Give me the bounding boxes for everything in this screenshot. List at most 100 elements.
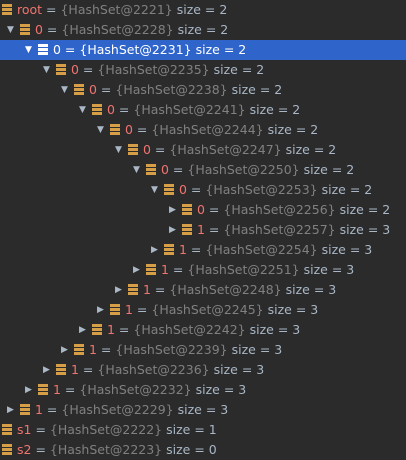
equals-sign: = bbox=[96, 342, 116, 357]
equals-sign: = bbox=[168, 162, 188, 177]
node-label: 0 = {HashSet@2247} size = 2 bbox=[143, 142, 336, 158]
field-name: s1 bbox=[17, 422, 32, 437]
equals-sign: = bbox=[96, 82, 116, 97]
node-label: 1 = {HashSet@2229} size = 3 bbox=[35, 402, 228, 418]
node-label: 0 = {HashSet@2244} size = 2 bbox=[125, 122, 318, 138]
field-icon bbox=[2, 424, 12, 435]
triangle-right-icon[interactable] bbox=[150, 245, 159, 255]
tree-row[interactable]: 0 = {HashSet@2238} size = 2 bbox=[0, 80, 406, 100]
equals-sign: = bbox=[150, 142, 170, 157]
field-name: 0 bbox=[143, 142, 151, 157]
tree-row[interactable]: 0 = {HashSet@2235} size = 2 bbox=[0, 60, 406, 80]
object-id: {HashSet@2250} bbox=[187, 162, 300, 177]
tree-row[interactable]: 0 = {HashSet@2231} size = 2 bbox=[0, 40, 406, 60]
tree-row[interactable]: 1 = {HashSet@2257} size = 3 bbox=[0, 220, 406, 240]
object-id: {HashSet@2253} bbox=[205, 182, 318, 197]
tree-row[interactable]: 0 = {HashSet@2241} size = 2 bbox=[0, 100, 406, 120]
node-label: 1 = {HashSet@2251} size = 3 bbox=[161, 262, 354, 278]
object-id: {HashSet@2228} bbox=[61, 22, 174, 37]
equals-sign: = bbox=[204, 202, 224, 217]
field-name: 1 bbox=[143, 282, 151, 297]
object-id: {HashSet@2232} bbox=[79, 382, 192, 397]
triangle-right-icon[interactable] bbox=[24, 385, 33, 395]
object-id: {HashSet@2221} bbox=[60, 2, 173, 17]
triangle-down-icon[interactable] bbox=[150, 185, 159, 195]
node-label: 1 = {HashSet@2242} size = 3 bbox=[107, 322, 300, 338]
triangle-right-icon[interactable] bbox=[114, 285, 123, 295]
collection-size: size = 3 bbox=[249, 322, 301, 337]
field-name: 0 bbox=[35, 22, 43, 37]
equals-sign: = bbox=[168, 262, 188, 277]
field-icon bbox=[164, 184, 174, 195]
field-name: 0 bbox=[89, 82, 97, 97]
field-name: root bbox=[17, 2, 43, 17]
tree-row[interactable]: s2 = {HashSet@2223} size = 0 bbox=[0, 440, 406, 460]
tree-row[interactable]: 1 = {HashSet@2229} size = 3 bbox=[0, 400, 406, 420]
tree-row[interactable]: 0 = {HashSet@2256} size = 2 bbox=[0, 200, 406, 220]
equals-sign: = bbox=[186, 182, 206, 197]
node-label: 0 = {HashSet@2253} size = 2 bbox=[179, 182, 372, 198]
field-name: 0 bbox=[197, 202, 205, 217]
triangle-right-icon[interactable] bbox=[6, 405, 15, 415]
collection-size: size = 3 bbox=[231, 342, 283, 357]
triangle-down-icon[interactable] bbox=[114, 145, 123, 155]
triangle-down-icon[interactable] bbox=[6, 25, 15, 35]
tree-row[interactable]: 0 = {HashSet@2228} size = 2 bbox=[0, 20, 406, 40]
collection-size: size = 0 bbox=[166, 442, 217, 457]
triangle-right-icon[interactable] bbox=[60, 345, 69, 355]
field-name: 0 bbox=[53, 42, 61, 57]
object-id: {HashSet@2245} bbox=[151, 302, 264, 317]
tree-row[interactable]: 1 = {HashSet@2236} size = 3 bbox=[0, 360, 406, 380]
tree-row[interactable]: 1 = {HashSet@2232} size = 3 bbox=[0, 380, 406, 400]
tree-row[interactable]: s1 = {HashSet@2222} size = 1 bbox=[0, 420, 406, 440]
equals-sign: = bbox=[114, 322, 134, 337]
tree-row[interactable]: 1 = {HashSet@2242} size = 3 bbox=[0, 320, 406, 340]
triangle-down-icon[interactable] bbox=[132, 165, 141, 175]
collection-size: size = 3 bbox=[213, 362, 265, 377]
tree-row[interactable]: 1 = {HashSet@2239} size = 3 bbox=[0, 340, 406, 360]
field-name: 1 bbox=[161, 262, 169, 277]
collection-size: size = 2 bbox=[177, 22, 229, 37]
tree-row[interactable]: 0 = {HashSet@2247} size = 2 bbox=[0, 140, 406, 160]
triangle-down-icon[interactable] bbox=[78, 105, 87, 115]
triangle-down-icon[interactable] bbox=[60, 85, 69, 95]
variables-tree[interactable]: root = {HashSet@2221} size = 20 = {HashS… bbox=[0, 0, 406, 460]
tree-row[interactable]: 0 = {HashSet@2253} size = 2 bbox=[0, 180, 406, 200]
field-name: 1 bbox=[179, 242, 187, 257]
triangle-down-icon[interactable] bbox=[42, 65, 51, 75]
node-label: 0 = {HashSet@2235} size = 2 bbox=[71, 62, 264, 78]
tree-row[interactable]: 1 = {HashSet@2251} size = 3 bbox=[0, 260, 406, 280]
field-icon bbox=[110, 304, 120, 315]
equals-sign: = bbox=[60, 42, 80, 57]
field-name: 1 bbox=[125, 302, 133, 317]
triangle-right-icon[interactable] bbox=[168, 205, 177, 215]
collection-size: size = 3 bbox=[267, 302, 319, 317]
object-id: {HashSet@2257} bbox=[223, 222, 336, 237]
field-name: 1 bbox=[53, 382, 61, 397]
triangle-down-icon[interactable] bbox=[96, 125, 105, 135]
triangle-right-icon[interactable] bbox=[96, 305, 105, 315]
node-label: 1 = {HashSet@2232} size = 3 bbox=[53, 382, 246, 398]
node-label: 1 = {HashSet@2257} size = 3 bbox=[197, 222, 390, 238]
triangle-down-icon[interactable] bbox=[24, 45, 33, 55]
field-icon bbox=[110, 124, 120, 135]
tree-row[interactable]: 0 = {HashSet@2244} size = 2 bbox=[0, 120, 406, 140]
field-name: 1 bbox=[197, 222, 205, 237]
triangle-right-icon[interactable] bbox=[132, 265, 141, 275]
object-id: {HashSet@2222} bbox=[49, 422, 163, 437]
field-icon bbox=[92, 324, 102, 335]
triangle-right-icon[interactable] bbox=[42, 365, 51, 375]
tree-row[interactable]: 1 = {HashSet@2254} size = 3 bbox=[0, 240, 406, 260]
node-label: 1 = {HashSet@2236} size = 3 bbox=[71, 362, 264, 378]
equals-sign: = bbox=[78, 362, 98, 377]
tree-row[interactable]: 1 = {HashSet@2248} size = 3 bbox=[0, 280, 406, 300]
collection-size: size = 2 bbox=[321, 182, 373, 197]
triangle-right-icon[interactable] bbox=[168, 225, 177, 235]
field-name: 0 bbox=[161, 162, 169, 177]
tree-row[interactable]: 1 = {HashSet@2245} size = 3 bbox=[0, 300, 406, 320]
tree-row[interactable]: 0 = {HashSet@2250} size = 2 bbox=[0, 160, 406, 180]
equals-sign: = bbox=[31, 422, 50, 437]
triangle-right-icon[interactable] bbox=[78, 325, 87, 335]
tree-row[interactable]: root = {HashSet@2221} size = 2 bbox=[0, 0, 406, 20]
field-name: 0 bbox=[125, 122, 133, 137]
